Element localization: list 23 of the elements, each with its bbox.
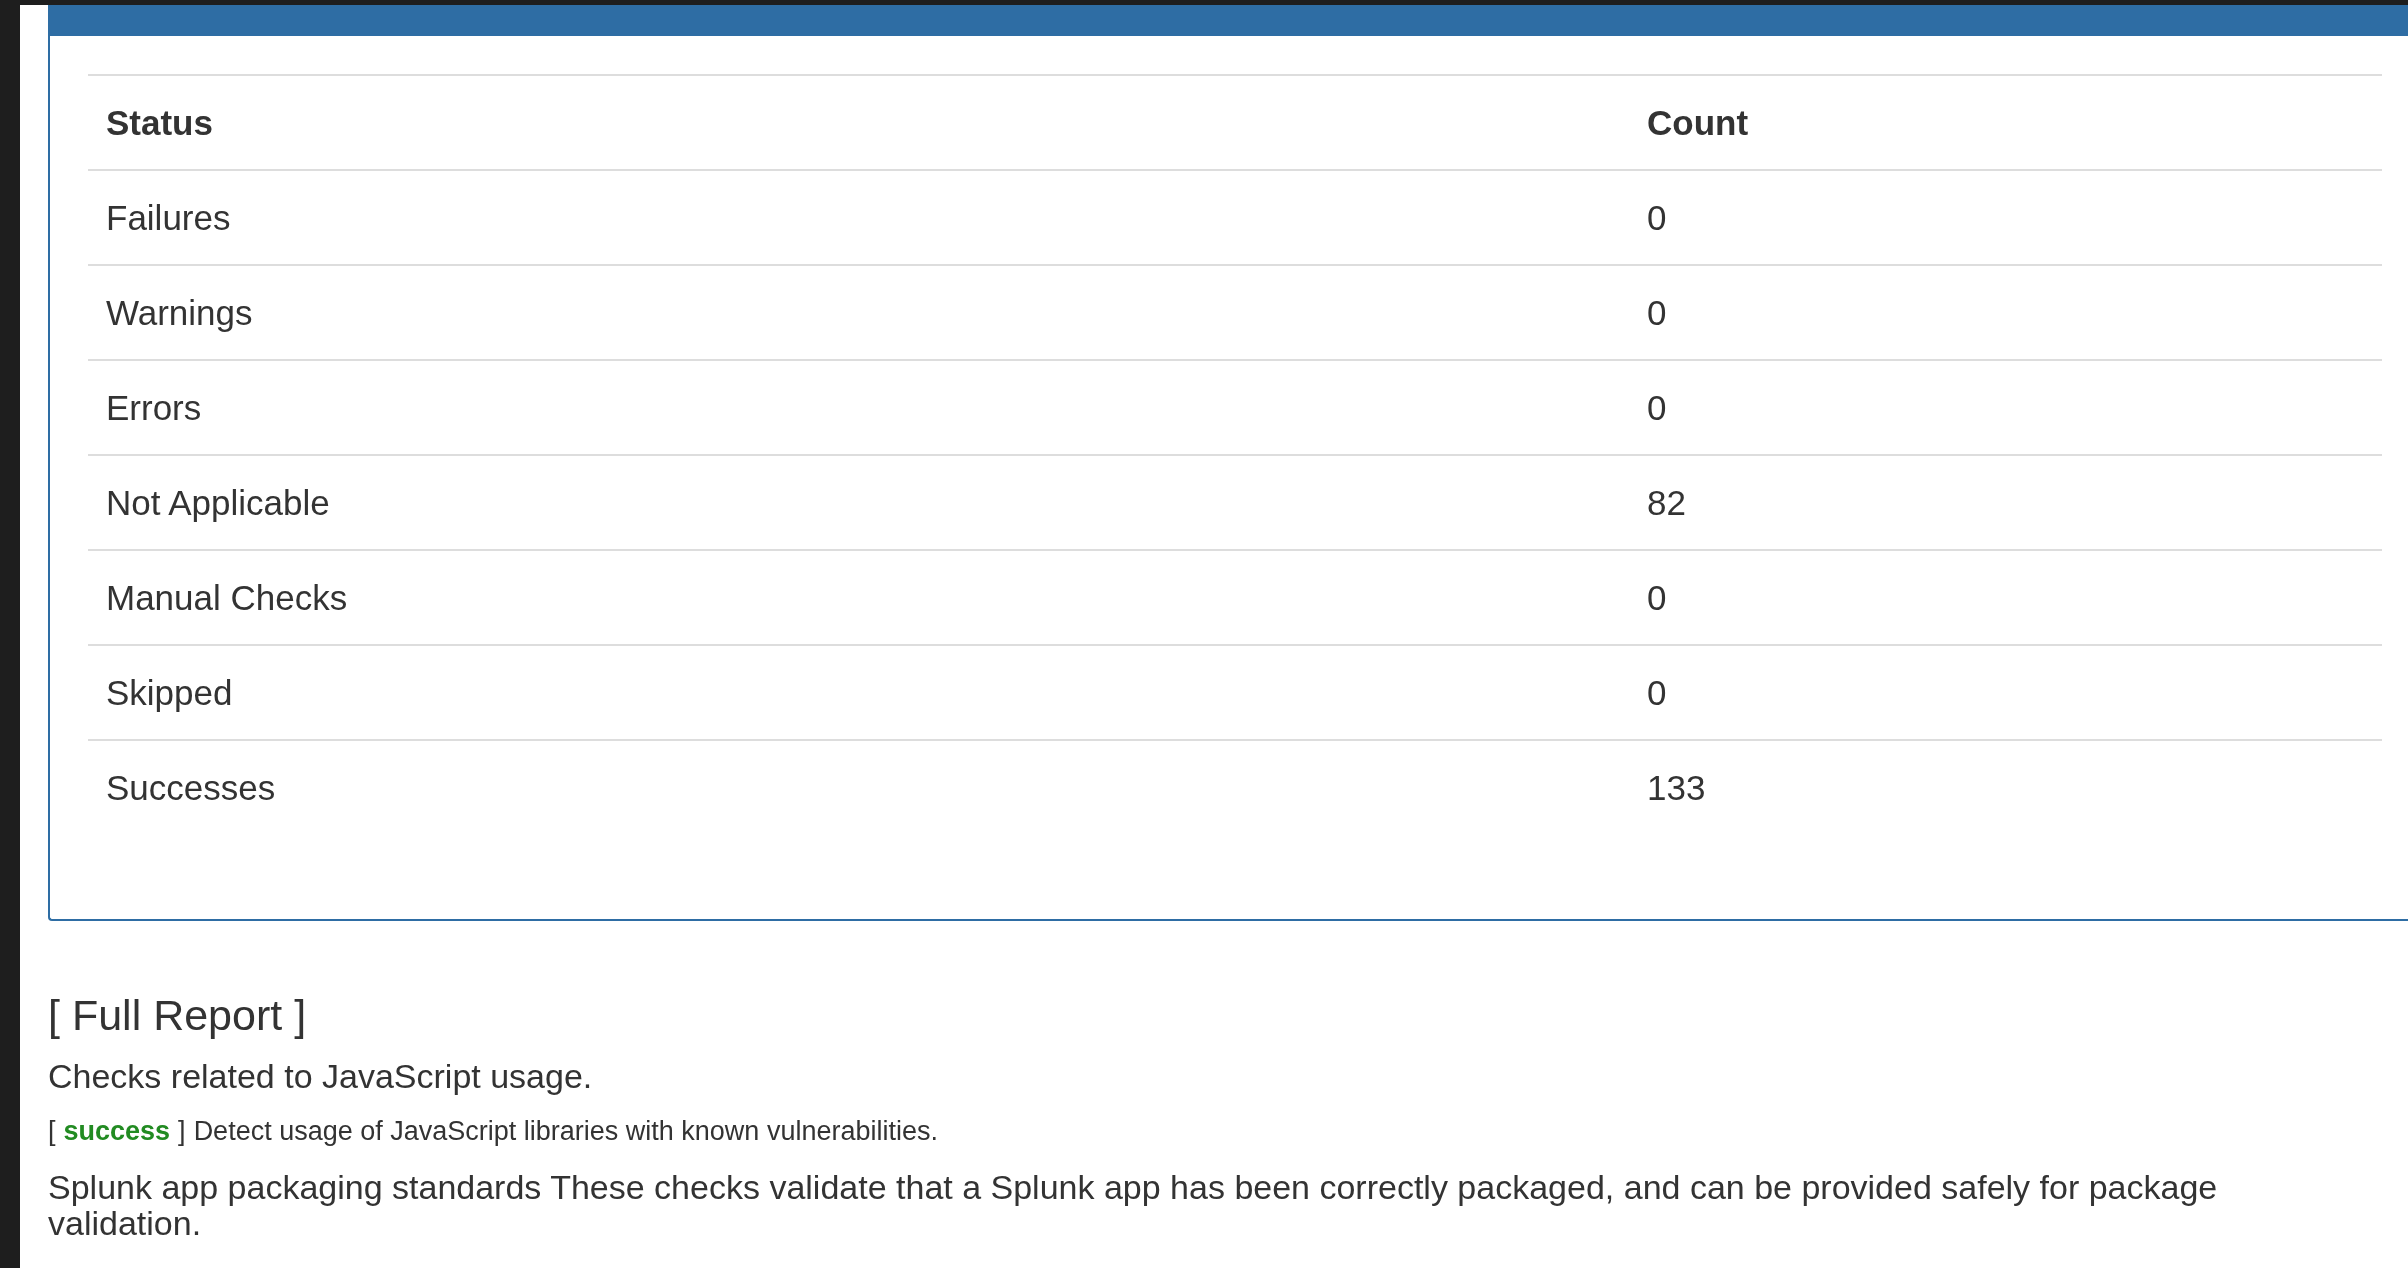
table-cell: 0 (1629, 170, 2382, 265)
table-cell: Successes (88, 740, 1629, 834)
section-heading: Splunk app packaging standards These checks validate that a Splunk app has been correctly packaged, and can be provided safely for package validation. (48, 1169, 2219, 1241)
column-header: Count (1629, 75, 2382, 170)
bracket: ] (178, 1116, 186, 1147)
bracket: [ (48, 1116, 56, 1147)
check-result: success (63, 1116, 171, 1147)
table-cell: 0 (1629, 550, 2382, 645)
table-cell: Warnings (88, 265, 1629, 360)
column-header: Status (88, 75, 1629, 170)
table-cell: 82 (1629, 455, 2382, 550)
table-cell: 133 (1629, 740, 2382, 834)
table-cell: Errors (88, 360, 1629, 455)
section-heading: Checks related to JavaScript usage. (48, 1058, 594, 1094)
report-title: [ Full Report ] (48, 991, 308, 1040)
table-cell: Not Applicable (88, 455, 1629, 550)
table-cell: 0 (1629, 645, 2382, 740)
table-cell: 0 (1629, 265, 2382, 360)
table-cell: Manual Checks (88, 550, 1629, 645)
table-cell: 0 (1629, 360, 2382, 455)
table-cell: Failures (88, 170, 1629, 265)
check-description: Detect usage of JavaScript libraries with known vulnerabilities. (193, 1116, 938, 1147)
table-cell: Skipped (88, 645, 1629, 740)
